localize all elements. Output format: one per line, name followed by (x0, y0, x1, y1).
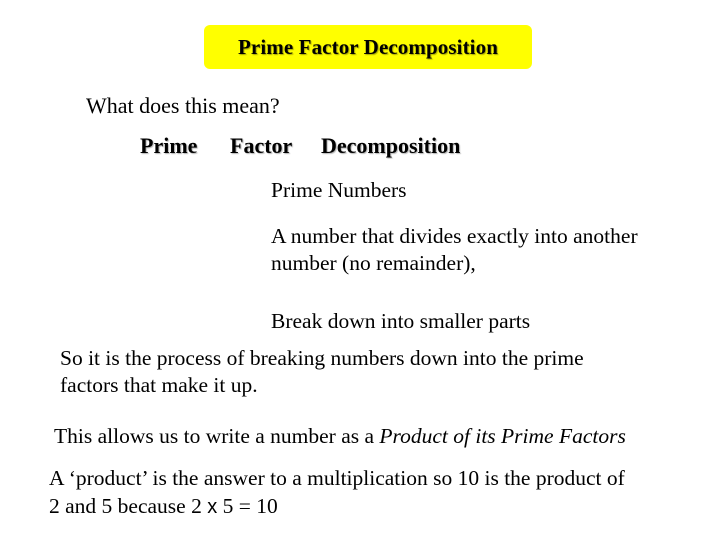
question-text: What does this mean? (86, 93, 280, 118)
times-symbol: x (207, 496, 218, 518)
product-note-line2: 2 and 5 because 2 x 5 = 10 (49, 492, 625, 521)
product-note-suffix: 5 = 10 (217, 494, 278, 518)
summary-paragraph: So it is the process of breaking numbers… (60, 345, 584, 399)
product-note: A ‘product’ is the answer to a multiplic… (49, 464, 625, 521)
allows-emphasis: Product of its Prime Factors (379, 424, 626, 448)
definition-factor-line2: number (no remainder), (271, 251, 476, 275)
product-note-line1: A ‘product’ is the answer to a multiplic… (49, 466, 625, 490)
page-title: Prime Factor Decomposition (238, 34, 498, 59)
allows-prefix: This allows us to write a number as a (54, 424, 380, 448)
title-banner: Prime Factor Decomposition (204, 25, 532, 69)
summary-line2: factors that make it up. (60, 373, 258, 397)
word-factor: Factor (230, 133, 293, 158)
definition-decomposition: Break down into smaller parts (271, 309, 531, 333)
summary-line1: So it is the process of breaking numbers… (60, 346, 584, 370)
allows-paragraph: This allows us to write a number as a Pr… (54, 424, 626, 449)
definition-factor: A number that divides exactly into anoth… (271, 223, 638, 277)
product-note-prefix: 2 and 5 because 2 (49, 494, 208, 518)
word-prime: Prime (140, 133, 198, 158)
definition-factor-line1: A number that divides exactly into anoth… (271, 224, 638, 248)
word-decomposition: Decomposition (321, 133, 461, 158)
definition-prime: Prime Numbers (271, 178, 407, 202)
